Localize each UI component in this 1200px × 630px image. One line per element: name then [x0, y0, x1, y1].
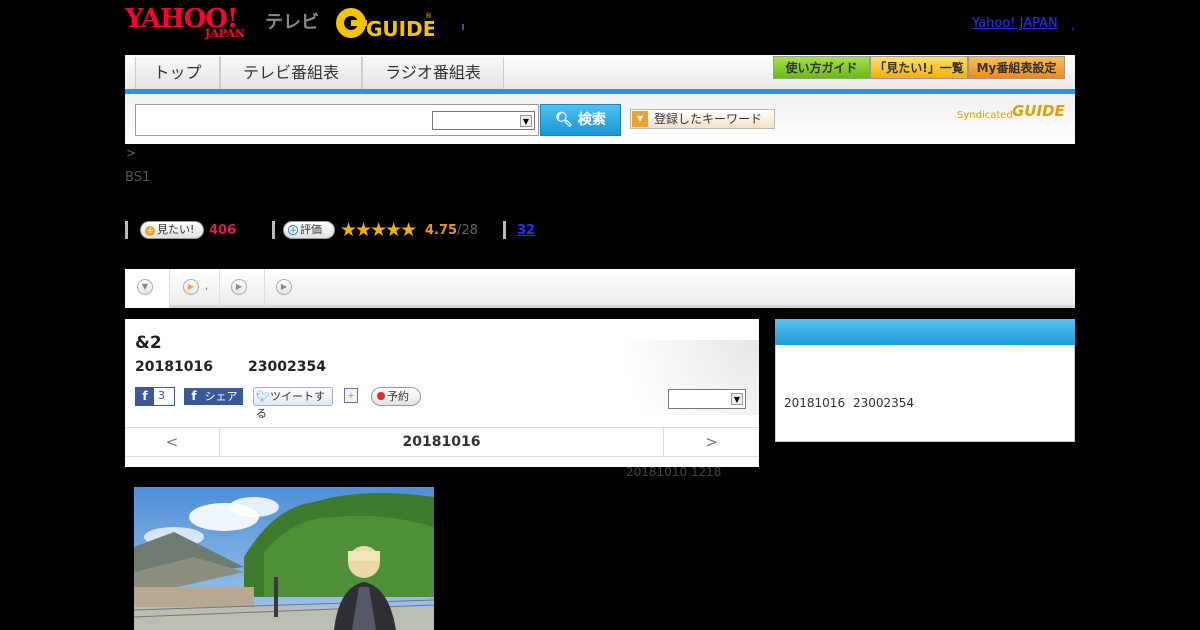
search-icon: 🔍︎ [555, 112, 573, 128]
subtab-2[interactable]: ▶ , [170, 269, 220, 308]
rating-stars: ★★★★★ [340, 219, 417, 241]
tweet-button[interactable]: 🐦︎ツイートする [253, 387, 333, 420]
reserve-button[interactable]: 予約 [371, 387, 421, 406]
gguide-logo[interactable]: GUIDE ® [334, 6, 436, 41]
twitter-bird-icon: 🐦︎ [256, 390, 270, 403]
updated-timestamp: 20181010 1218 [626, 465, 722, 479]
rate-button-label: 評価 [300, 223, 322, 236]
chevron-down-icon: ▼ [520, 115, 532, 127]
tab-radio-listings[interactable]: ラジオ番組表 [362, 57, 504, 89]
gguide-logo-text: GUIDE [366, 17, 434, 40]
play-circle-icon: ▶ [183, 279, 199, 295]
program-date: 20181016 [135, 359, 213, 375]
breadcrumb[interactable]: > [126, 146, 136, 160]
current-date: 20181016 [402, 434, 481, 450]
record-icon [377, 392, 385, 400]
reserve-button-label: 予約 [387, 390, 409, 403]
search-category-select[interactable]: ▼ [432, 111, 535, 130]
program-action-select[interactable]: ▼ [668, 389, 746, 409]
subtab-3[interactable]: ▶ [220, 269, 265, 308]
facebook-icon: f [136, 388, 154, 405]
stat-divider [503, 221, 506, 239]
subtab-2-label: , [205, 281, 209, 292]
channel-name: BS1 [125, 170, 151, 185]
program-title: &2 [135, 333, 162, 353]
registered-keywords-label: 登録したキーワード [654, 112, 763, 126]
program-photo [134, 487, 434, 630]
header-divider [462, 24, 464, 30]
previous-date-button[interactable]: < [125, 428, 220, 456]
facebook-share-label: シェア [204, 390, 238, 403]
play-circle-icon: ▶ [231, 279, 247, 295]
registered-keywords-button[interactable]: ▼ 登録したキーワード [630, 109, 775, 129]
guide-button[interactable]: 使い方ガイド [773, 56, 870, 79]
program-time: 23002354 [248, 359, 326, 375]
facebook-icon: f [191, 389, 197, 403]
stat-divider [272, 221, 275, 239]
my-listing-settings-button[interactable]: My番組表設定 [968, 56, 1065, 79]
chevron-down-icon: ▼ [632, 111, 648, 127]
want-count: 406 [209, 223, 237, 238]
chevron-down-icon: ▼ [137, 279, 153, 295]
play-circle-icon: ▶ [276, 279, 292, 295]
syndicated-label: Syndicated [957, 110, 1013, 121]
facebook-share-button[interactable]: f シェア [184, 388, 243, 405]
plus-icon: + [288, 225, 298, 236]
subtab-1[interactable]: ▼ [125, 269, 170, 308]
rate-button[interactable]: + 評価 [283, 221, 335, 239]
tv-logo-text[interactable]: テレビ [265, 8, 319, 34]
plus-icon: + [145, 226, 155, 236]
header-link-separator: , [1071, 18, 1075, 32]
side-panel-date: 20181016 [784, 396, 846, 410]
comments-link[interactable]: 32 [517, 223, 535, 238]
yahoo-japan-logo-text: JAPAN [205, 27, 245, 40]
chevron-down-icon: ▼ [731, 393, 743, 405]
want-list-button[interactable]: 「見たい!」一覧 [870, 56, 968, 79]
svg-text:®: ® [425, 12, 432, 20]
side-panel-time: 23002354 [853, 396, 915, 410]
side-panel-header [775, 319, 1075, 345]
subtab-4[interactable]: ▶ [265, 269, 310, 308]
stat-divider [125, 221, 128, 239]
syndicated-gguide-logo: GUIDE [1012, 102, 1065, 120]
search-button[interactable]: 🔍︎ 検索 [540, 104, 621, 136]
yahoo-japan-link[interactable]: Yahoo! JAPAN [972, 16, 1058, 31]
tab-top[interactable]: トップ [135, 57, 220, 89]
add-calendar-icon[interactable]: + [344, 388, 358, 403]
next-date-button[interactable]: > [663, 428, 759, 456]
search-button-label: 検索 [577, 112, 606, 128]
rating-value: 4.75 [425, 223, 458, 238]
rating-count: /28 [457, 223, 478, 238]
tab-tv-listings[interactable]: テレビ番組表 [220, 57, 362, 89]
facebook-like-button[interactable]: f 3 [135, 387, 175, 406]
want-button-label: 見たい! [157, 223, 195, 236]
facebook-like-count: 3 [158, 389, 165, 402]
want-button[interactable]: + 見たい! [140, 221, 204, 239]
